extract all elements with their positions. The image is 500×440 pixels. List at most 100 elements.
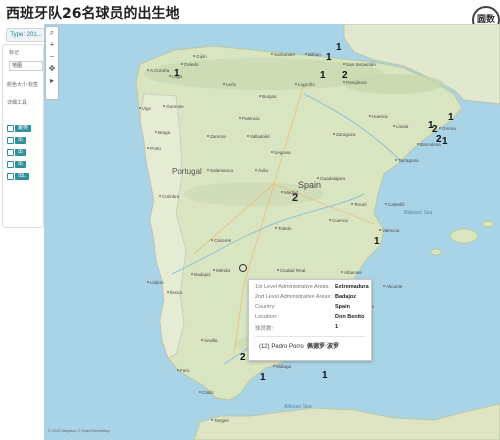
field-pill-1[interactable]: 聚类 (15, 125, 32, 132)
size-label[interactable]: 大小 (17, 81, 27, 88)
city-dot (341, 271, 343, 273)
city-label: Vigo (142, 106, 152, 111)
pan-icon[interactable]: ✥ (46, 63, 58, 75)
tooltip-label[interactable]: 工具 (17, 99, 27, 106)
city-dot (395, 159, 397, 161)
city-dot (159, 195, 161, 197)
map-view[interactable]: Gijón Oviedo Santander Bilbao San Sebastián A… (44, 24, 500, 440)
city-dot (199, 391, 201, 393)
city-label: Palencia (242, 116, 260, 121)
map-tooltip: 1st Level Administrative Areas: Extremad… (248, 279, 372, 361)
city-label: Mérida (216, 268, 230, 273)
player-count-marker[interactable]: 1 (442, 136, 448, 147)
city-dot (247, 135, 249, 137)
pill-icon (7, 137, 14, 144)
city-dot (259, 95, 261, 97)
city-label: Évora (170, 289, 182, 295)
city-dot (281, 191, 283, 193)
city-label: Tarragona (398, 158, 419, 163)
player-count-marker[interactable]: 1 (448, 112, 454, 123)
city-label: Huesca (372, 114, 388, 119)
zoom-out-icon[interactable]: − (46, 51, 58, 63)
city-dot (271, 53, 273, 55)
search-icon[interactable]: ⌕ (46, 27, 58, 39)
city-dot (305, 53, 307, 55)
city-dot (385, 203, 387, 205)
portugal-label: Portugal (172, 167, 202, 176)
city-label: Valladolid (250, 134, 270, 139)
city-label: Málaga (276, 364, 292, 369)
city-label: Porto (150, 146, 161, 151)
field-pill-5[interactable]: 出L (15, 173, 29, 180)
city-label: Ciudad Real (280, 268, 305, 273)
city-label: Alicante (386, 284, 403, 289)
player-count-marker[interactable]: 1 (320, 70, 326, 81)
city-dot (167, 291, 169, 293)
text-label[interactable]: 标签 (28, 81, 38, 88)
city-dot (255, 169, 257, 171)
city-dot (277, 269, 279, 271)
tooltip-value: Don Benito (335, 314, 365, 320)
spain-count[interactable]: 2 (292, 192, 298, 204)
city-label: Tangier (214, 418, 230, 423)
player-count-marker[interactable]: 1 (260, 372, 266, 383)
city-label: Valencia (382, 228, 400, 233)
city-dot (393, 125, 395, 127)
city-dot (295, 83, 297, 85)
type-filter-button[interactable]: Type: 201... (6, 28, 46, 42)
city-dot (351, 203, 353, 205)
map-attribution[interactable]: © 2022 Mapbox © OpenStreetMap (48, 428, 110, 433)
detail-label[interactable]: 详细 (7, 99, 17, 106)
page-title: 西班牙队26名球员的出生地 (6, 6, 180, 22)
player-name-cn: 佩德罗·波罗 (307, 344, 340, 350)
city-label: Ourense (166, 104, 184, 109)
city-label: Pamplona (346, 80, 367, 85)
sidebar: Type: 201... 标记 地图 颜色 大小 标签 详细 工具 聚类 出 出… (0, 24, 46, 440)
field-pill-2[interactable]: 出 (15, 137, 27, 144)
city-dot (193, 55, 195, 57)
mark-type-select[interactable]: 地图 (9, 61, 43, 71)
field-pill-4[interactable]: 出 (15, 161, 27, 168)
tooltip-value: Spain (335, 304, 350, 310)
city-label: Cádiz (202, 390, 214, 395)
city-label: Logroño (298, 82, 315, 87)
alboran-sea-label: Alboran Sea (283, 404, 312, 410)
select-arrow-icon[interactable]: ▸ (46, 75, 58, 87)
city-dot (275, 227, 277, 229)
player-count-marker[interactable]: 1 (322, 370, 328, 381)
zoom-in-icon[interactable]: + (46, 39, 58, 51)
tooltip-value: 1 (335, 324, 339, 330)
city-label: León (226, 82, 237, 87)
map-canvas[interactable]: Gijón Oviedo Santander Bilbao San Sebastián A… (44, 24, 500, 440)
field-pill-3[interactable]: 出 (15, 149, 27, 156)
tooltip-player: (12) Pedro Porro 佩德罗·波罗 (259, 341, 339, 350)
city-label: Faro (180, 368, 190, 373)
tooltip-label: 球员数: (255, 326, 274, 332)
city-label: Cáceres (214, 238, 232, 243)
city-dot (333, 133, 335, 135)
city-dot (379, 229, 381, 231)
tooltip-label: Location: (255, 314, 278, 320)
player-count-marker[interactable]: 1 (336, 42, 342, 53)
city-label: Segovia (274, 150, 291, 155)
city-dot (343, 63, 345, 65)
player-count-marker[interactable]: 1 (326, 52, 332, 63)
city-label: Lisbon (150, 280, 164, 285)
city-dot (147, 69, 149, 71)
menorca-island (481, 220, 495, 228)
city-label: Oviedo (184, 62, 199, 67)
city-label: Zaragoza (336, 132, 356, 137)
tooltip-divider (255, 336, 365, 337)
player-count-marker[interactable]: 1 (174, 68, 180, 79)
player-count-marker[interactable]: 2 (342, 70, 348, 81)
player-count-marker[interactable]: 1 (374, 236, 380, 247)
city-dot (207, 135, 209, 137)
city-dot (201, 339, 203, 341)
city-dot (223, 83, 225, 85)
player-count-marker[interactable]: 1 (428, 120, 434, 131)
city-label: Teruel (354, 202, 367, 207)
color-label[interactable]: 颜色 (7, 81, 17, 88)
tooltip-label: 2nd Level Administrative Areas: (255, 294, 332, 300)
player-count-marker[interactable]: 2 (240, 352, 246, 363)
city-label: Badajoz (194, 272, 211, 277)
